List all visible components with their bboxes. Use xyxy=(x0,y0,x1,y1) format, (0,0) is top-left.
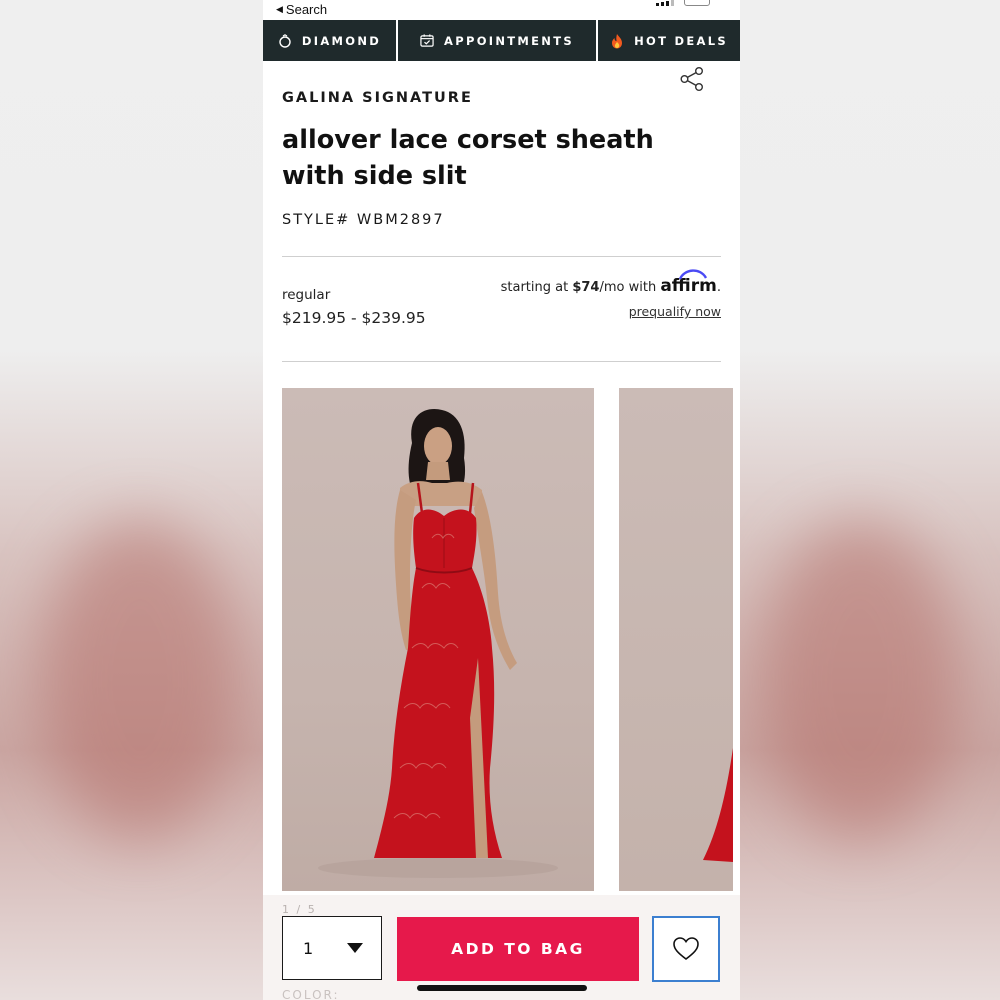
nav-diamond-label: DIAMOND xyxy=(301,33,382,48)
nav-hot-deals[interactable]: HOT DEALS xyxy=(598,20,740,61)
nav-diamond[interactable]: DIAMOND xyxy=(263,20,398,61)
phone-screen: ◀ Search DIAMOND APPOINTMENTS HOT DEALS … xyxy=(263,0,740,1000)
product-brand[interactable]: GALINA SIGNATURE xyxy=(282,90,473,106)
dress-model-illustration xyxy=(318,408,558,878)
color-label: COLOR: xyxy=(282,988,340,1000)
affirm-arc-icon xyxy=(679,269,708,280)
heart-icon xyxy=(673,937,699,961)
calendar-check-icon xyxy=(420,34,434,48)
image-counter: 1 / 5 xyxy=(282,903,317,916)
divider xyxy=(282,256,721,257)
status-bar: ◀ Search xyxy=(263,0,740,20)
product-title: allover lace corset sheath with side sli… xyxy=(282,125,654,191)
fire-icon xyxy=(610,33,624,48)
share-icon[interactable] xyxy=(679,66,705,96)
style-number: STYLE# WBM2897 xyxy=(282,212,445,228)
dress-hem-illustration xyxy=(703,748,733,862)
nav-appointments[interactable]: APPOINTMENTS xyxy=(398,20,598,61)
quantity-select[interactable]: 1 xyxy=(282,916,382,980)
product-image-next[interactable] xyxy=(619,388,733,891)
back-to-search-link[interactable]: ◀ Search xyxy=(276,2,327,17)
home-indicator xyxy=(417,985,587,991)
financing-amount: $74 xyxy=(572,280,600,295)
nav-hot-deals-label: HOT DEALS xyxy=(634,33,728,48)
prequalify-link[interactable]: prequalify now xyxy=(629,304,721,319)
product-image-main[interactable] xyxy=(282,388,594,891)
price-label: regular xyxy=(282,287,331,303)
promo-nav-bar: DIAMOND APPOINTMENTS HOT DEALS xyxy=(263,20,740,61)
back-label: Search xyxy=(285,2,328,17)
chevron-down-icon xyxy=(347,943,363,953)
diamond-ring-icon xyxy=(278,33,292,48)
affirm-financing: starting at $74/mo with affirm. xyxy=(501,269,721,296)
divider xyxy=(282,361,721,362)
affirm-logo: affirm xyxy=(660,269,717,296)
blurred-background-left xyxy=(0,0,263,1000)
status-icons xyxy=(656,0,710,6)
back-arrow-icon: ◀ xyxy=(276,4,283,14)
add-to-bag-button[interactable]: ADD TO BAG xyxy=(397,917,639,981)
wishlist-button[interactable] xyxy=(652,916,720,982)
quantity-value: 1 xyxy=(303,938,314,958)
nav-appointments-label: APPOINTMENTS xyxy=(444,33,574,48)
blurred-background-right xyxy=(740,0,1000,1000)
battery-icon xyxy=(684,0,710,6)
signal-icon xyxy=(656,0,674,6)
price-range: $219.95 - $239.95 xyxy=(282,309,426,327)
